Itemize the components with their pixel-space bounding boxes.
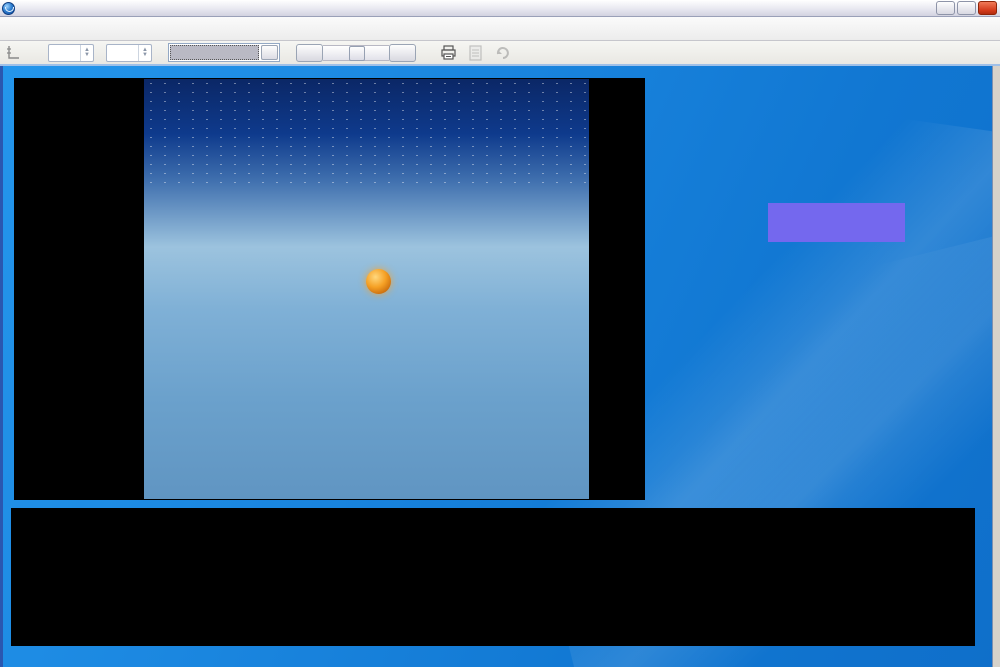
- minimize-button[interactable]: [936, 1, 955, 15]
- trend-chart-panel[interactable]: [11, 508, 975, 646]
- menu-bar: [0, 17, 1000, 41]
- interval-dropdown[interactable]: [168, 43, 280, 62]
- current-value-box: [768, 203, 905, 242]
- window-frame-right: [992, 66, 1000, 667]
- close-button[interactable]: [978, 1, 997, 15]
- animation-display-panel: [14, 78, 645, 500]
- maximize-button[interactable]: [957, 1, 976, 15]
- time-scrollbar[interactable]: [296, 43, 416, 62]
- min-spinner[interactable]: ▲▼: [48, 44, 94, 62]
- scroll-left-button[interactable]: [296, 44, 323, 62]
- app-icon: [2, 2, 15, 15]
- application-window: ▲▼ ▲▼: [0, 0, 1000, 667]
- main-content: [0, 66, 1000, 667]
- window-frame-left: [0, 66, 3, 667]
- scroll-right-button[interactable]: [389, 44, 416, 62]
- scrollbar-thumb[interactable]: [349, 46, 365, 61]
- min-spinner-arrows[interactable]: ▲▼: [80, 45, 93, 61]
- max-spinner-arrows[interactable]: ▲▼: [138, 45, 151, 61]
- 3d-cylinder-scene: [144, 79, 589, 499]
- undo-icon[interactable]: [494, 45, 511, 61]
- max-spinner[interactable]: ▲▼: [106, 44, 152, 62]
- toolbar: ▲▼ ▲▼: [0, 41, 1000, 66]
- report-icon[interactable]: [467, 45, 484, 61]
- print-icon[interactable]: [440, 45, 457, 61]
- signal-scale: [14, 78, 142, 500]
- feedback-ball: [366, 269, 391, 294]
- dropdown-arrow-icon[interactable]: [261, 45, 278, 60]
- sky-texture: [144, 79, 589, 189]
- title-bar[interactable]: [0, 0, 1000, 17]
- scrollbar-track[interactable]: [323, 45, 389, 61]
- axis-scale-icon[interactable]: [6, 45, 20, 61]
